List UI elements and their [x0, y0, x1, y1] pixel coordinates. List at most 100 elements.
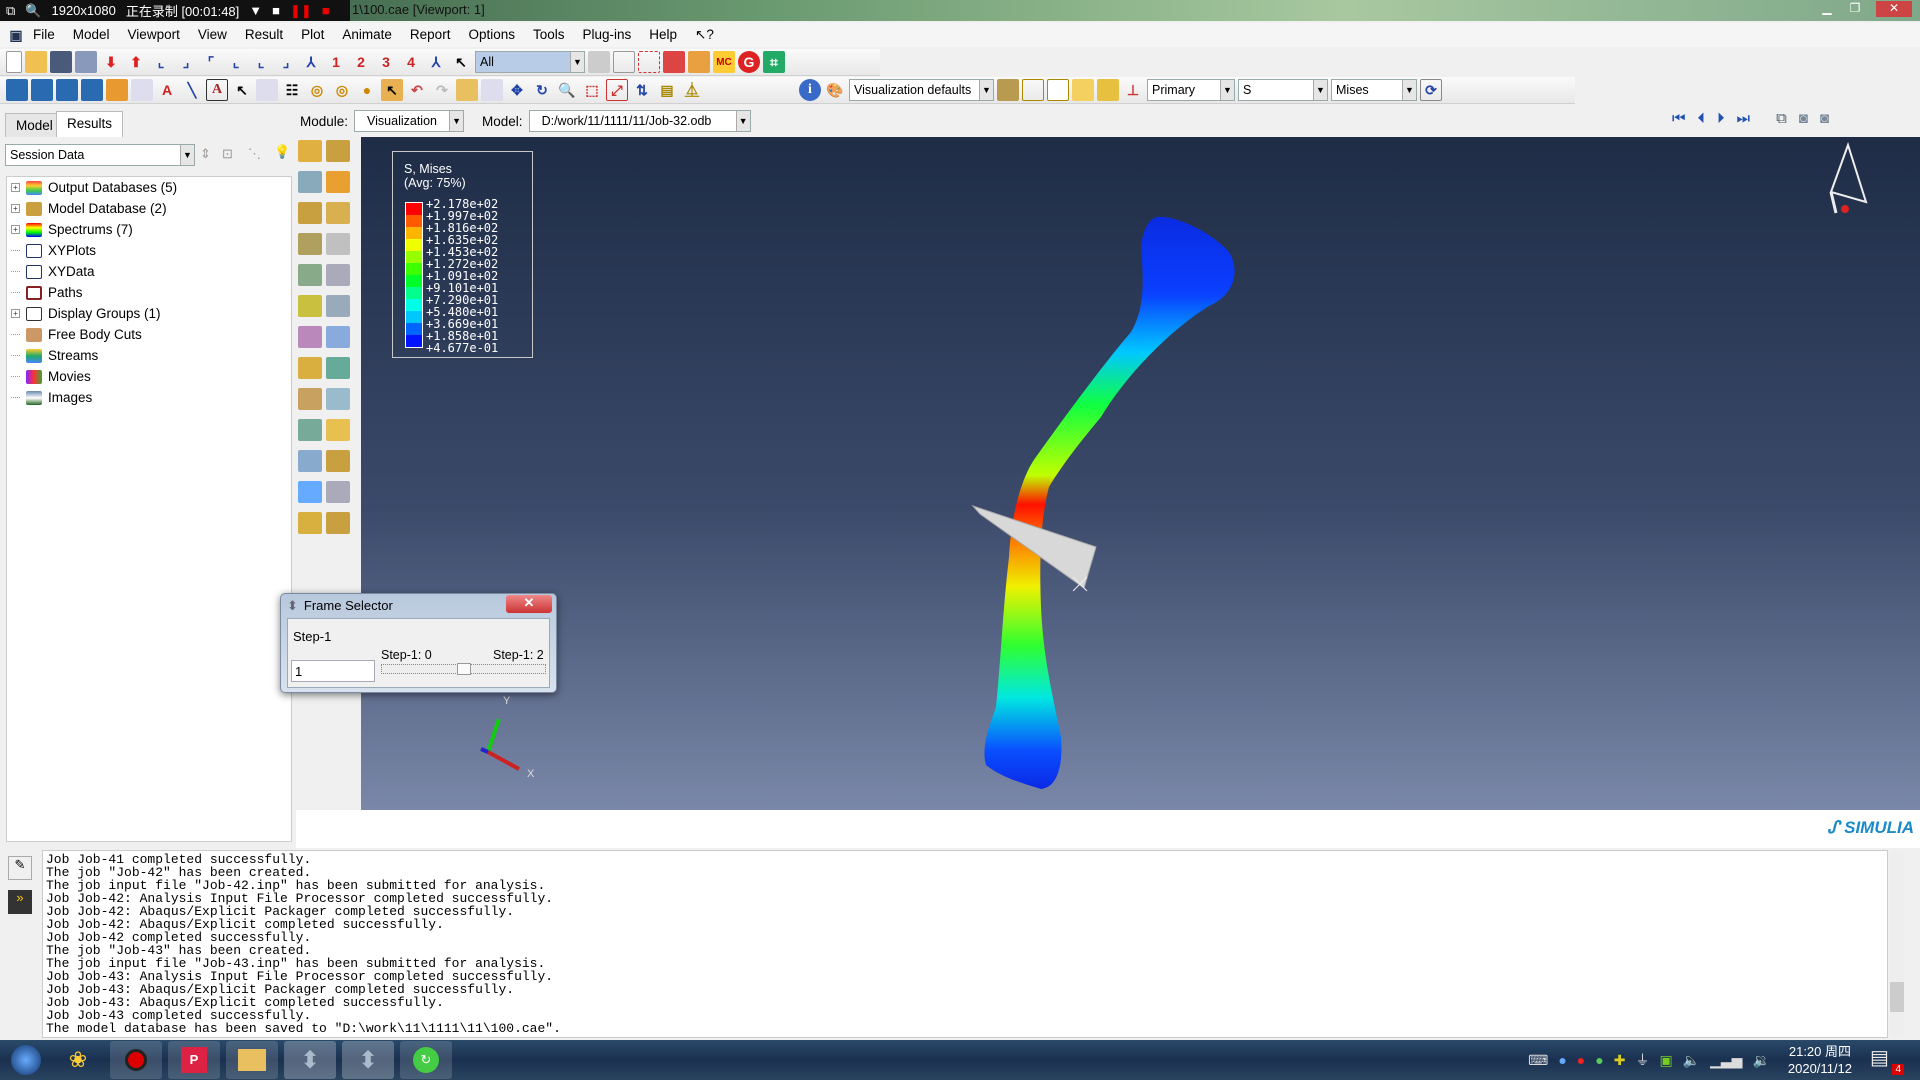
menu-options[interactable]: Options	[459, 27, 524, 43]
toolbox-tool-icon[interactable]	[298, 388, 322, 410]
menu-viewport[interactable]: Viewport	[119, 27, 189, 43]
toolbox-tool-icon[interactable]	[326, 202, 350, 224]
shade-icon[interactable]: ●	[356, 79, 378, 101]
annotation-manager-icon[interactable]	[131, 79, 153, 101]
cycle-views-icon[interactable]: ⇅	[631, 79, 653, 101]
view-2-button[interactable]: 2	[350, 51, 372, 73]
box-select-icon[interactable]	[613, 51, 635, 73]
tray-browser-icon[interactable]: ●	[1595, 1052, 1603, 1068]
toolbox-tool-icon[interactable]	[326, 140, 350, 162]
taskbar-app-explorer[interactable]	[226, 1041, 278, 1079]
first-frame-icon[interactable]: ⏮	[1672, 110, 1686, 127]
view-xy-icon[interactable]: ⌞	[150, 51, 172, 73]
last-frame-icon[interactable]: ⏭	[1737, 110, 1751, 127]
perspective-off-icon[interactable]: ⏅	[681, 79, 703, 101]
close-button[interactable]: ✕	[1876, 1, 1912, 17]
lightbulb-icon[interactable]: 💡	[274, 144, 290, 160]
view-xz-icon[interactable]: ⌞	[225, 51, 247, 73]
view-1-button[interactable]: 1	[325, 51, 347, 73]
module-select[interactable]: Visualization ▼	[354, 110, 465, 132]
save-icon[interactable]	[50, 51, 72, 73]
annotation-list-icon[interactable]	[256, 79, 278, 101]
menu-plot[interactable]: Plot	[292, 27, 333, 43]
snapshot-camera-icon[interactable]: ◙	[1820, 110, 1829, 127]
menu-view[interactable]: View	[189, 27, 236, 43]
expand-icon[interactable]: +	[11, 183, 20, 192]
text-annotation-icon[interactable]: A	[206, 79, 228, 101]
view-zy-icon[interactable]: ⌟	[275, 51, 297, 73]
slider-thumb[interactable]	[457, 663, 471, 675]
toolbox-tool-icon[interactable]	[298, 264, 322, 286]
tray-app-blue-icon[interactable]: ●	[1558, 1052, 1566, 1068]
auto-fit-icon[interactable]: ⤢	[606, 79, 628, 101]
menu-file[interactable]: File	[24, 27, 64, 43]
text-arrow-icon[interactable]: A	[156, 79, 178, 101]
render-cube-icon[interactable]	[997, 79, 1019, 101]
parent-folder-icon[interactable]: ⊡	[222, 146, 233, 162]
viewport-link-icon[interactable]	[106, 79, 128, 101]
refresh-field-icon[interactable]: ⟳	[1420, 79, 1442, 101]
menu-report[interactable]: Report	[401, 27, 460, 43]
display-group-icon[interactable]	[456, 79, 478, 101]
field-type-select[interactable]: Primary ▼	[1147, 79, 1235, 101]
toolbox-tool-icon[interactable]	[298, 481, 322, 503]
toolbox-tool-icon[interactable]	[298, 140, 322, 162]
list-options-icon[interactable]: ☷	[281, 79, 303, 101]
boolean-union-icon[interactable]: ◎	[306, 79, 328, 101]
toolbox-tool-icon[interactable]	[326, 264, 350, 286]
clock[interactable]: 21:20 周四 2020/11/12	[1788, 1043, 1852, 1077]
toolbox-tool-icon[interactable]	[326, 481, 350, 503]
undo-icon[interactable]: ↶	[406, 79, 428, 101]
taskbar-app-abaqus-1[interactable]: ⬍	[284, 1041, 336, 1079]
orientation-compass[interactable]	[1829, 141, 1868, 214]
start-button[interactable]	[6, 1041, 46, 1079]
maximize-button[interactable]: ❐	[1846, 1, 1864, 17]
session-data-select[interactable]: Session Data ▼	[5, 144, 195, 166]
toolbox-tool-icon[interactable]	[298, 171, 322, 193]
action-center-icon[interactable]: ▤ 4	[1870, 1045, 1904, 1075]
viewport-single-icon[interactable]	[6, 79, 28, 101]
taskbar-app-powerpoint[interactable]: P	[168, 1041, 220, 1079]
tab-results[interactable]: Results	[56, 111, 124, 137]
render-style-select[interactable]: Visualization defaults ▼	[849, 79, 994, 101]
g-plugin-icon[interactable]: G	[738, 51, 760, 73]
stop-icon[interactable]: ■	[322, 3, 330, 18]
menu-whats-this[interactable]: ↖?	[686, 27, 723, 43]
movie-camera-icon[interactable]: ◙	[1799, 110, 1808, 127]
frame-number-input[interactable]	[291, 660, 375, 682]
field-variable-select[interactable]: S ▼	[1238, 79, 1328, 101]
boolean-intersect-icon[interactable]: ◎	[331, 79, 353, 101]
toolbox-tool-icon[interactable]	[326, 512, 350, 534]
network-signal-icon[interactable]: ▁▃▅	[1710, 1052, 1742, 1069]
invariant-select[interactable]: Mises ▼	[1331, 79, 1417, 101]
camera-icon[interactable]: ■	[272, 3, 280, 18]
arrow-annotation-icon[interactable]: ╲	[181, 79, 203, 101]
query-icon[interactable]	[663, 51, 685, 73]
filled-icon[interactable]	[1072, 79, 1094, 101]
tray-recorder-icon[interactable]: ●	[1577, 1052, 1585, 1068]
plugin-chart-icon[interactable]: ⌗	[763, 51, 785, 73]
minimize-button[interactable]: ▁	[1818, 1, 1836, 17]
iso-view-icon[interactable]: ⅄	[300, 51, 322, 73]
app-icon[interactable]: ▣	[8, 24, 24, 46]
expand-icon[interactable]: +	[11, 309, 20, 318]
nvidia-icon[interactable]: ▣	[1659, 1052, 1672, 1069]
python-prompt-icon[interactable]: »	[8, 890, 32, 914]
tree-item[interactable]: Movies	[7, 366, 291, 387]
box-zoom-view-icon[interactable]: ⬚	[581, 79, 603, 101]
toolbox-tool-icon[interactable]	[298, 357, 322, 379]
menu-model[interactable]: Model	[64, 27, 119, 43]
tree-item[interactable]: Paths	[7, 282, 291, 303]
toolbox-tool-icon[interactable]	[326, 326, 350, 348]
toolbox-tool-icon[interactable]	[326, 357, 350, 379]
hidden-line-icon[interactable]	[1047, 79, 1069, 101]
view-zx-icon[interactable]: ⌜	[200, 51, 222, 73]
tree-item[interactable]: Free Body Cuts	[7, 324, 291, 345]
previous-frame-icon[interactable]: ⏴	[1698, 110, 1706, 127]
display-group-manager-icon[interactable]	[481, 79, 503, 101]
tree-item[interactable]: + Output Databases (5)	[7, 177, 291, 198]
volume-icon[interactable]: 🔉	[1752, 1052, 1769, 1069]
sort-icon[interactable]: ⇕	[200, 146, 211, 162]
taskbar-app-recorder[interactable]	[110, 1041, 162, 1079]
menu-tools[interactable]: Tools	[524, 27, 574, 43]
